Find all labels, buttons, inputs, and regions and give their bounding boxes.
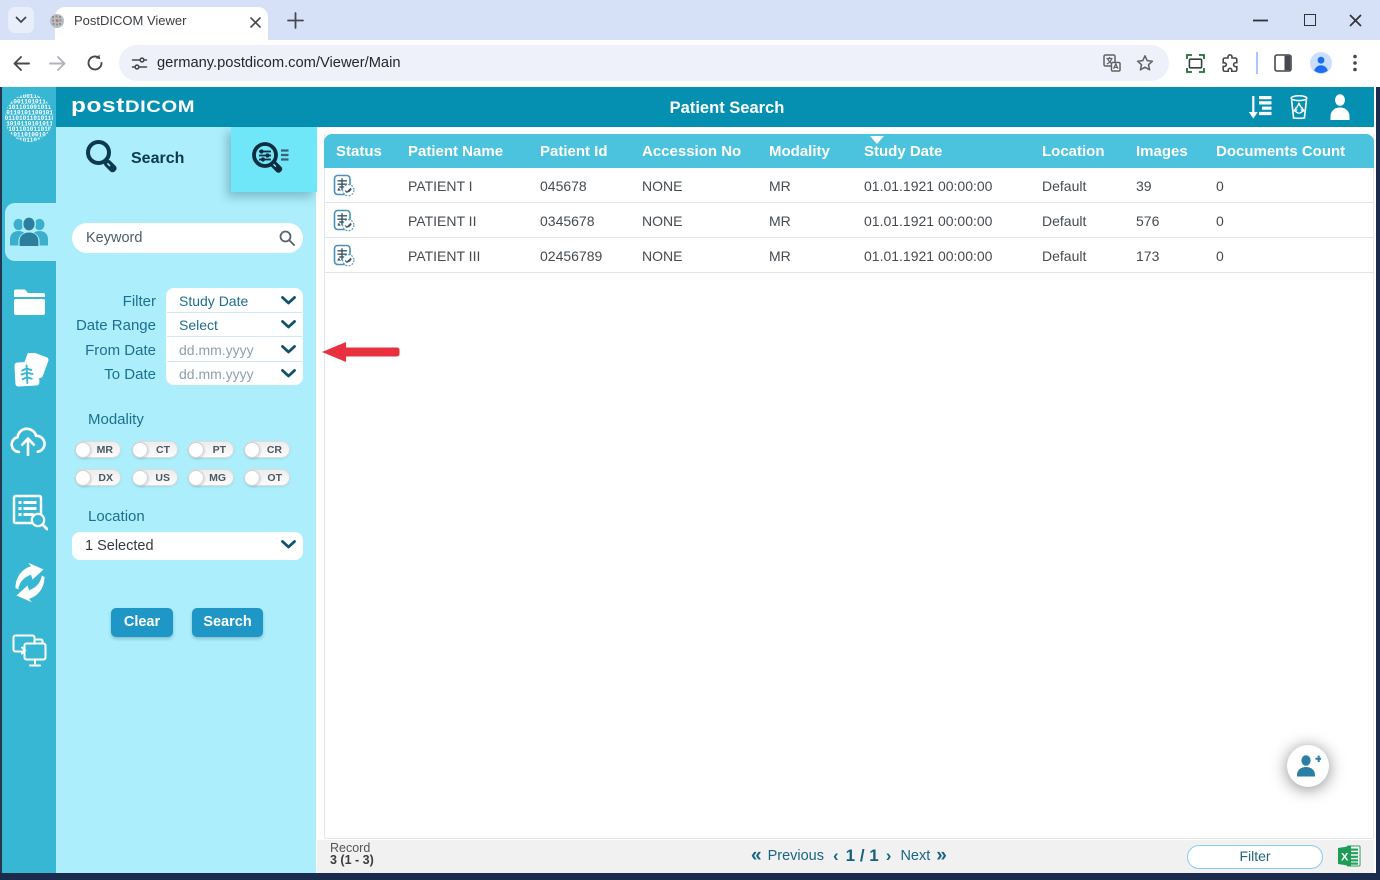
svg-text:X: X [1341,852,1349,864]
svg-text:101101011011010: 101101011011010 [4,137,54,143]
